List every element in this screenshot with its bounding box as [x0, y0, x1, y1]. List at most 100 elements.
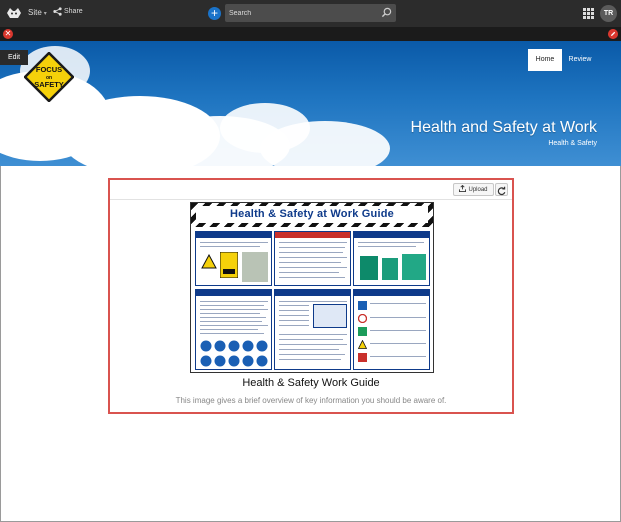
search-input[interactable]: [227, 6, 381, 20]
nav-review[interactable]: Review: [566, 49, 594, 71]
web-part-toolbar: Upload: [110, 180, 512, 200]
user-avatar[interactable]: TR: [600, 5, 617, 22]
poster-text-line: [358, 242, 424, 243]
image-description: This image gives a brief overview of key…: [175, 396, 447, 405]
poster-text-line: [200, 242, 268, 243]
ppe-sign-icon: [256, 355, 268, 367]
ppe-sign-icon: [242, 340, 254, 352]
danger-sign-icon: [220, 252, 238, 278]
poster-text-line: [279, 349, 339, 350]
poster-panel-header: [354, 232, 429, 238]
poster-text-line: [279, 277, 345, 278]
poster-text-line: [200, 305, 264, 306]
image-caption: Health & Safety Work Guide: [242, 377, 380, 389]
poster-text-line: [200, 325, 268, 326]
upload-icon: [459, 184, 467, 192]
share-icon: [53, 7, 62, 16]
ppe-sign-icon: [242, 355, 254, 367]
ppe-sign-icon: [228, 355, 240, 367]
ppe-sign-icon: [256, 340, 268, 352]
poster-panel-header: [354, 290, 429, 296]
app-window: Site▾ Share + TR ✕: [0, 0, 621, 522]
poster-panel-header: [196, 290, 271, 296]
poster-text-line: [279, 242, 347, 243]
logo-line-focus: FOCUS: [36, 65, 62, 74]
poster-text-line: [370, 303, 426, 304]
poster-panel: [195, 289, 272, 370]
poster-panel: [274, 289, 351, 370]
chevron-down-icon: ▾: [43, 11, 47, 17]
poster-photo-block: [242, 252, 268, 282]
share-button[interactable]: Share: [53, 7, 83, 16]
poster-text-line: [279, 339, 343, 340]
hazard-warning-icon: [201, 254, 217, 269]
poster-text-line: [279, 301, 347, 302]
poster-panel: [353, 231, 430, 286]
poster-text-line: [358, 246, 416, 247]
edit-toolbar: [0, 27, 621, 41]
poster-text-line: [200, 313, 260, 314]
first-aid-kit-block: [360, 256, 378, 280]
ppe-sign-icon: [200, 340, 212, 352]
breadcrumb[interactable]: Health & Safety: [548, 140, 597, 147]
poster-text-line: [370, 330, 426, 331]
app-launcher-icon[interactable]: [583, 8, 594, 19]
poster-text-line: [279, 267, 347, 268]
poster-text-line: [200, 301, 268, 302]
poster-text-line: [370, 356, 426, 357]
poster-text-line: [200, 321, 262, 322]
page-title: Health and Safety at Work: [410, 119, 597, 136]
search-icon[interactable]: [381, 7, 392, 18]
poster-text-line: [279, 305, 309, 306]
poster-panel: [274, 231, 351, 286]
poster-panel: [195, 231, 272, 286]
poster-text-line: [370, 317, 426, 318]
upload-label: Upload: [468, 187, 488, 193]
poster-text-line: [279, 262, 341, 263]
poster-text-line: [279, 252, 343, 253]
poster-text-line: [279, 320, 309, 321]
poster-text-line: [370, 343, 426, 344]
poster-text-line: [279, 272, 339, 273]
poster-text-line: [279, 310, 309, 311]
ppe-sign-icon: [214, 355, 226, 367]
safety-sign-icon: [358, 340, 367, 349]
plus-icon: +: [210, 6, 218, 20]
poster-text-line: [279, 359, 341, 360]
close-edit-icon[interactable]: ✕: [3, 29, 13, 39]
refresh-button[interactable]: [495, 183, 508, 196]
logo-line-safety: SAFETY: [34, 80, 64, 89]
poster-title: Health & Safety at Work Guide: [230, 208, 394, 220]
pencil-edit-icon[interactable]: [608, 29, 618, 39]
poster-text-line: [279, 334, 347, 335]
upload-button[interactable]: Upload: [453, 183, 494, 196]
safety-guide-image[interactable]: Health & Safety at Work Guide: [190, 202, 434, 373]
poster-panel-header: [196, 232, 271, 238]
ppe-sign-icon: [214, 340, 226, 352]
poster-text-line: [279, 247, 345, 248]
safety-sign-icon: [358, 314, 367, 323]
app-logo-icon[interactable]: [6, 7, 22, 19]
poster-text-line: [279, 344, 347, 345]
poster-text-line: [200, 329, 258, 330]
poster-text-line: [200, 317, 266, 318]
add-button[interactable]: +: [208, 7, 221, 20]
poster-text-line: [279, 354, 345, 355]
safety-sign-icon: [358, 327, 367, 336]
nav-home[interactable]: Home: [528, 49, 562, 71]
site-menu[interactable]: Site ▾: [28, 8, 47, 17]
poster-text-line: [279, 257, 347, 258]
poster-panel-header: [275, 232, 350, 238]
top-bar: Site▾ Share + TR: [0, 0, 621, 27]
first-aid-kit-block: [382, 258, 398, 280]
manual-handling-diagram: [313, 304, 347, 328]
frame-edge-left: [0, 166, 1, 522]
poster-panel: [353, 289, 430, 370]
ppe-sign-icon: [228, 340, 240, 352]
ppe-sign-icon: [200, 355, 212, 367]
image-web-part[interactable]: Upload Health & Safety at Work Guide Hea…: [108, 178, 514, 414]
focus-on-safety-logo: FOCUS on SAFETY: [24, 52, 74, 102]
poster-text-line: [200, 246, 260, 247]
first-aid-kit-block: [402, 254, 426, 280]
cloud-shape: [260, 121, 390, 166]
